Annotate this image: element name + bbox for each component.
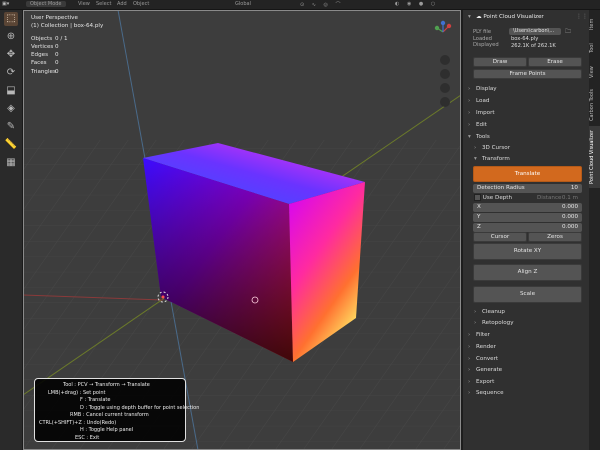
editor-header: ▣▾ Object Mode View Select Add Object Gl… bbox=[0, 0, 600, 10]
measure-icon[interactable]: 📏 bbox=[4, 138, 18, 152]
use-depth-checkbox[interactable] bbox=[474, 194, 481, 201]
section-convert[interactable]: › Convert bbox=[468, 356, 498, 362]
drag-handle-icon[interactable]: ⋮⋮ bbox=[576, 13, 588, 20]
help-line: ESC : Exit bbox=[75, 434, 100, 441]
distance-label: Distance bbox=[537, 195, 562, 201]
editor-type-icon[interactable]: ▣▾ bbox=[2, 1, 9, 7]
help-line: CTRL(+SHIFT)+Z : Undo(Redo) bbox=[39, 419, 117, 426]
orientation-dropdown[interactable]: Global bbox=[235, 1, 251, 7]
move-icon[interactable]: ✥ bbox=[4, 48, 18, 62]
section-sequence[interactable]: › Sequence bbox=[468, 390, 504, 396]
subsection-3d-cursor[interactable]: › 3D Cursor bbox=[474, 145, 510, 151]
erase-button[interactable]: Erase bbox=[528, 57, 582, 67]
subsection-retopology[interactable]: › Retopology bbox=[474, 320, 514, 326]
scale-icon[interactable]: ⬓ bbox=[4, 84, 18, 98]
rotate-xy-button[interactable]: Rotate XY bbox=[473, 243, 582, 260]
tab-tool[interactable]: Tool bbox=[589, 38, 600, 58]
stat-row: Edges 0 bbox=[31, 52, 59, 59]
folder-icon[interactable]: 🗀 bbox=[565, 27, 571, 37]
collection-label: (1) Collection | box-64.ply bbox=[31, 23, 104, 30]
distance-value: 0.1 m bbox=[561, 195, 578, 201]
help-line: D : Toggle using depth buffer for point … bbox=[80, 404, 200, 411]
frame-points-button[interactable]: Frame Points bbox=[473, 69, 582, 79]
shading-icons[interactable]: ◐ ◉ ● ○ bbox=[395, 1, 438, 7]
transform-icon[interactable]: ◈ bbox=[4, 102, 18, 116]
viewport-nav-buttons[interactable] bbox=[440, 55, 450, 107]
z-field[interactable]: Z 0.000 bbox=[473, 223, 582, 232]
section-generate[interactable]: › Generate bbox=[468, 367, 502, 373]
section-tools[interactable]: ▾ Tools bbox=[468, 134, 490, 140]
menu-object[interactable]: Object bbox=[133, 1, 149, 7]
align-z-button[interactable]: Align Z bbox=[473, 264, 582, 281]
help-line: RMB : Cancel current transform bbox=[70, 412, 149, 418]
help-line: LMB(+drag) : Set point bbox=[48, 389, 106, 396]
pcv-panel-header[interactable]: ▾ ☁ Point Cloud Visualizer bbox=[468, 14, 544, 20]
translate-button[interactable]: Translate bbox=[473, 166, 582, 182]
file-info: PLY file Loaded Displayed bbox=[473, 29, 499, 49]
cursor-icon[interactable]: ⊕ bbox=[4, 30, 18, 44]
annotate-icon[interactable]: ✎ bbox=[4, 120, 18, 134]
section-display[interactable]: › Display bbox=[468, 86, 497, 92]
select-box-icon[interactable]: ⬚ bbox=[4, 12, 18, 26]
stat-row: Vertices 0 bbox=[31, 43, 59, 50]
help-line: F : Translate bbox=[80, 397, 111, 403]
viewport-stats: User Perspective (1) Collection | box-64… bbox=[31, 14, 103, 76]
tab-point-cloud-visualizer[interactable]: Point Cloud Visualizer bbox=[589, 126, 600, 188]
detection-radius-field[interactable]: Detection Radius 10 bbox=[473, 184, 582, 193]
toolbar: ⬚ ⊕ ✥ ⟳ ⬓ ◈ ✎ 📏 ▦ bbox=[0, 10, 23, 450]
section-load[interactable]: › Load bbox=[468, 98, 489, 104]
use-depth-label: Use Depth bbox=[482, 195, 513, 201]
subsection-transform[interactable]: ▾ Transform bbox=[474, 156, 510, 162]
sidebar-tabs: Item Tool View Carbon Tools Point Cloud … bbox=[589, 10, 600, 450]
menu-select[interactable]: Select bbox=[96, 1, 111, 7]
section-edit[interactable]: › Edit bbox=[468, 122, 487, 128]
stat-row: Triangles 0 bbox=[31, 68, 59, 75]
stat-row: Faces 0 bbox=[31, 60, 59, 67]
displayed-value: 262.1K of 262.1K bbox=[511, 42, 556, 49]
scale-button[interactable]: Scale bbox=[473, 286, 582, 303]
subsection-cleanup[interactable]: › Cleanup bbox=[474, 309, 505, 315]
ply-file-field[interactable]: \Users\carbon\... bbox=[509, 28, 561, 35]
help-line: Tool : PCV → Transform → Translate bbox=[63, 382, 150, 388]
tab-carbon-tools[interactable]: Carbon Tools bbox=[589, 86, 600, 124]
x-field[interactable]: X 0.000 bbox=[473, 203, 582, 212]
tab-item[interactable]: Item bbox=[589, 14, 600, 34]
menu-view[interactable]: View bbox=[78, 1, 90, 7]
y-field[interactable]: Y 0.000 bbox=[473, 213, 582, 222]
section-render[interactable]: › Render bbox=[468, 344, 496, 350]
loaded-value: box-64.ply bbox=[511, 36, 539, 42]
mode-dropdown[interactable]: Object Mode bbox=[26, 1, 66, 7]
stat-row: Objects 0 / 1 bbox=[31, 35, 68, 42]
viewport-title: User Perspective bbox=[31, 15, 78, 21]
section-import[interactable]: › Import bbox=[468, 110, 495, 116]
tab-view[interactable]: View bbox=[589, 62, 600, 82]
add-cube-icon[interactable]: ▦ bbox=[4, 156, 18, 170]
help-line: H : Toggle Help panel bbox=[80, 427, 134, 433]
draw-button[interactable]: Draw bbox=[473, 57, 527, 67]
displayed-label: Displayed bbox=[473, 42, 499, 48]
use-depth-row: Use Depth Distance 0.1 m bbox=[474, 194, 582, 203]
menu-add[interactable]: Add bbox=[117, 1, 127, 7]
zeros-button[interactable]: Zeros bbox=[528, 232, 582, 242]
section-filter[interactable]: › Filter bbox=[468, 332, 490, 338]
snapping-icons[interactable]: ⊙ ∿ ◎ ⌒ bbox=[300, 1, 344, 8]
3d-cursor-center bbox=[161, 295, 165, 299]
section-export[interactable]: › Export bbox=[468, 379, 494, 385]
help-panel: Tool : PCV → Transform → Translate LMB(+… bbox=[34, 378, 199, 442]
rotate-icon[interactable]: ⟳ bbox=[4, 66, 18, 80]
cursor-button[interactable]: Cursor bbox=[473, 232, 527, 242]
navigation-gizmo[interactable] bbox=[434, 20, 452, 33]
